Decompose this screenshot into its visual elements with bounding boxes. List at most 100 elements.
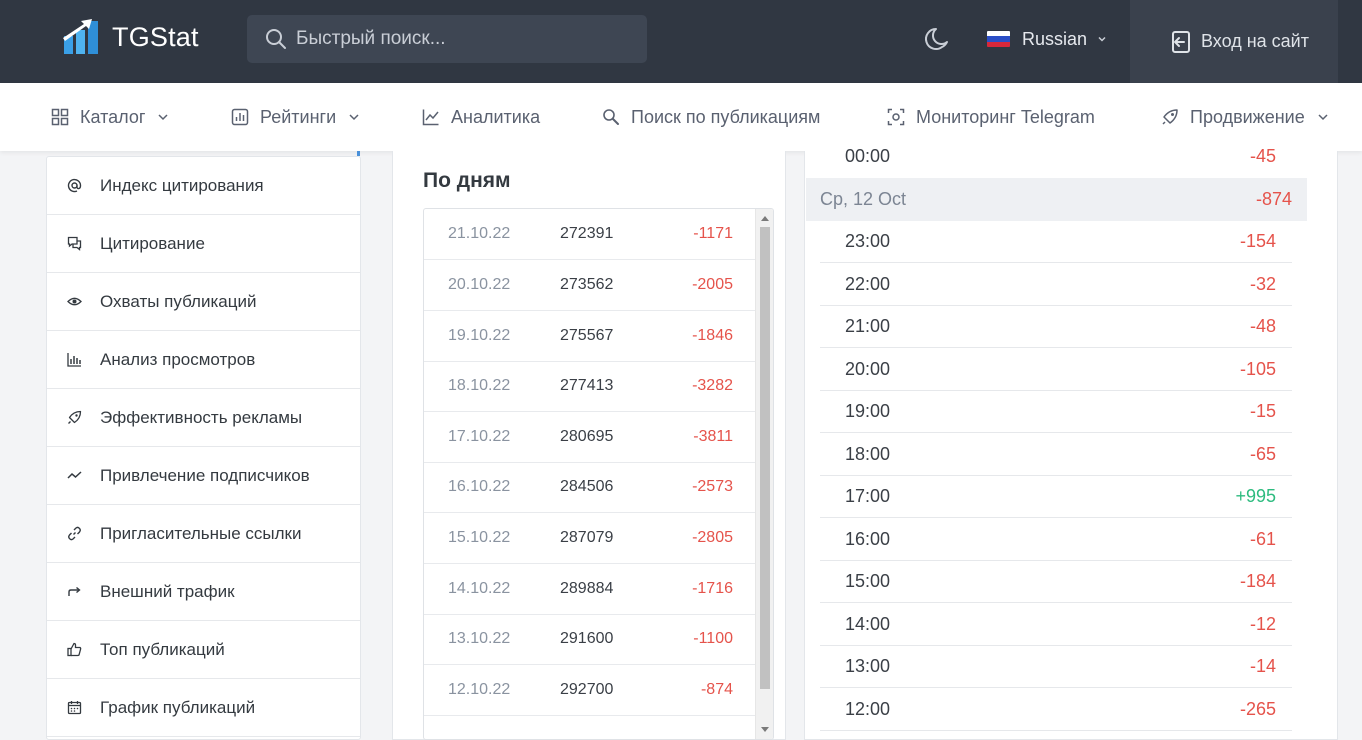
row-value: 272391	[560, 225, 614, 242]
hour-row: 20:00 -105	[820, 349, 1292, 391]
sidebar-item-citation-index[interactable]: Индекс цитирования	[47, 157, 360, 215]
hour-value: -61	[1249, 529, 1276, 549]
hour-value: -265	[1239, 699, 1276, 719]
search-input[interactable]: Быстрый поиск...	[247, 15, 647, 63]
row-diff: -1716	[692, 580, 733, 597]
nav-catalog-label: Каталог	[80, 106, 146, 127]
login-label: Вход на сайт	[1201, 31, 1309, 51]
sidebar-item-invite-links[interactable]: Пригласительные ссылки	[47, 505, 360, 563]
hour-row: 23:00 -154	[820, 221, 1292, 263]
hour-value: -48	[1249, 316, 1276, 336]
table-row: 14.10.22 289884 -1716	[424, 564, 755, 615]
row-diff: -2005	[692, 276, 733, 293]
sidebar-item-ad-efficiency[interactable]: Эффективность рекламы	[47, 389, 360, 447]
sidebar-item-posting-schedule[interactable]: График публикаций	[47, 679, 360, 737]
row-diff: -1100	[693, 630, 733, 647]
nav-analytics[interactable]: Аналитика	[422, 83, 540, 151]
at-icon	[67, 178, 82, 193]
nav-post-search-label: Поиск по публикациям	[631, 106, 821, 127]
sidebar-item-reach[interactable]: Охваты публикаций	[47, 273, 360, 331]
nav-promotion-label: Продвижение	[1190, 106, 1305, 127]
hour-time: 17:00	[845, 486, 891, 506]
line-chart-icon	[422, 109, 439, 126]
table-row: 12.10.22 292700 -874	[424, 665, 755, 716]
sidebar-item-citation[interactable]: Цитирование	[47, 215, 360, 273]
table-row: 16.10.22 284506 -2573	[424, 462, 755, 513]
row-date: 12.10.22	[448, 681, 511, 698]
hour-value: -15	[1249, 401, 1276, 421]
row-value: 284506	[560, 478, 614, 495]
hour-row: 16:00 -61	[820, 519, 1292, 561]
comments-icon	[67, 236, 82, 251]
scroll-down-arrow-icon[interactable]	[761, 727, 769, 732]
row-value: 289884	[560, 580, 614, 597]
chevron-down-icon	[1098, 36, 1106, 42]
sidebar-item-label: Анализ просмотров	[100, 349, 256, 369]
table-row: 13.10.22 291600 -1100	[424, 614, 755, 665]
scroll-up-arrow-icon[interactable]	[761, 216, 769, 221]
hour-time: 13:00	[845, 656, 891, 676]
day-header-label: Ср, 12 Oct	[820, 189, 907, 209]
scroll-thumb[interactable]	[760, 227, 770, 689]
hour-value: -184	[1239, 571, 1276, 591]
row-diff: -1846	[692, 327, 733, 344]
rocket-icon	[1162, 109, 1178, 125]
sidebar-item-top-posts[interactable]: Топ публикаций	[47, 621, 360, 679]
hour-time: 23:00	[845, 231, 891, 251]
search-icon	[603, 109, 619, 125]
row-date: 14.10.22	[448, 580, 511, 597]
daily-table[interactable]: 21.10.22 272391 -1171 20.10.22 273562 -2…	[423, 208, 774, 740]
sidebar-item-label: Индекс цитирования	[100, 175, 264, 195]
calendar-icon	[67, 701, 82, 715]
hour-value: -154	[1239, 231, 1276, 251]
search-icon	[266, 29, 286, 49]
sidebar-item-views-analysis[interactable]: Анализ просмотров	[47, 331, 360, 389]
table-row: 18.10.22 277413 -3282	[424, 361, 755, 412]
dark-mode-toggle-icon[interactable]	[923, 25, 951, 53]
sidebar-item-external-traffic[interactable]: Внешний трафик	[47, 563, 360, 621]
row-date: 21.10.22	[448, 225, 511, 242]
sidebar-item-label: Цитирование	[100, 233, 205, 253]
row-date: 16.10.22	[448, 478, 511, 495]
chevron-down-icon	[1318, 114, 1328, 121]
hour-row: 00:00 -45	[820, 136, 1292, 178]
row-value: 273562	[560, 276, 614, 293]
hour-row: 13:00 -14	[820, 646, 1292, 688]
language-selector[interactable]: Russian	[987, 26, 1107, 52]
row-diff: -2573	[692, 478, 733, 495]
nav-catalog[interactable]: Каталог	[51, 83, 169, 151]
login-button[interactable]: Вход на сайт	[1130, 0, 1338, 83]
hour-value: -65	[1249, 444, 1276, 464]
nav-ratings[interactable]: Рейтинги	[231, 83, 360, 151]
hour-row: 14:00 -12	[820, 604, 1292, 646]
logo[interactable]: TGStat	[62, 18, 199, 56]
row-diff: -2805	[692, 529, 733, 546]
hour-value: -14	[1249, 656, 1276, 676]
table-scrollbar[interactable]	[755, 209, 773, 739]
table-row: 15.10.22 287079 -2805	[424, 513, 755, 564]
nav-ratings-label: Рейтинги	[260, 106, 337, 127]
scan-icon	[887, 108, 905, 126]
hour-value: -105	[1239, 359, 1276, 379]
row-diff: -874	[700, 681, 733, 698]
trend-icon	[67, 471, 82, 479]
sidebar-item-label: Привлечение подписчиков	[100, 465, 310, 485]
sidebar-item-subscribers[interactable]: Привлечение подписчиков	[47, 447, 360, 505]
thumbs-up-icon	[67, 642, 82, 657]
bar-chart-icon	[67, 353, 81, 367]
sidebar: Индекс цитирования Цитирование Охваты пу…	[46, 156, 361, 740]
table-row: 21.10.22 272391 -1171	[424, 209, 755, 260]
hour-row: 22:00 -32	[820, 264, 1292, 306]
sidebar-item-label: Пригласительные ссылки	[100, 523, 302, 543]
row-date: 18.10.22	[448, 377, 511, 394]
hour-time: 00:00	[845, 146, 891, 166]
sidebar-item-label: Эффективность рекламы	[100, 407, 303, 427]
nav-monitoring-label: Мониторинг Telegram	[916, 106, 1095, 127]
login-icon	[1172, 30, 1190, 53]
row-value: 277413	[560, 377, 614, 394]
grid-icon	[51, 108, 69, 126]
daily-title: По дням	[423, 169, 511, 192]
table-row: 20.10.22 273562 -2005	[424, 260, 755, 311]
nav-post-search[interactable]: Поиск по публикациям	[602, 83, 820, 151]
row-value: 275567	[560, 327, 614, 344]
